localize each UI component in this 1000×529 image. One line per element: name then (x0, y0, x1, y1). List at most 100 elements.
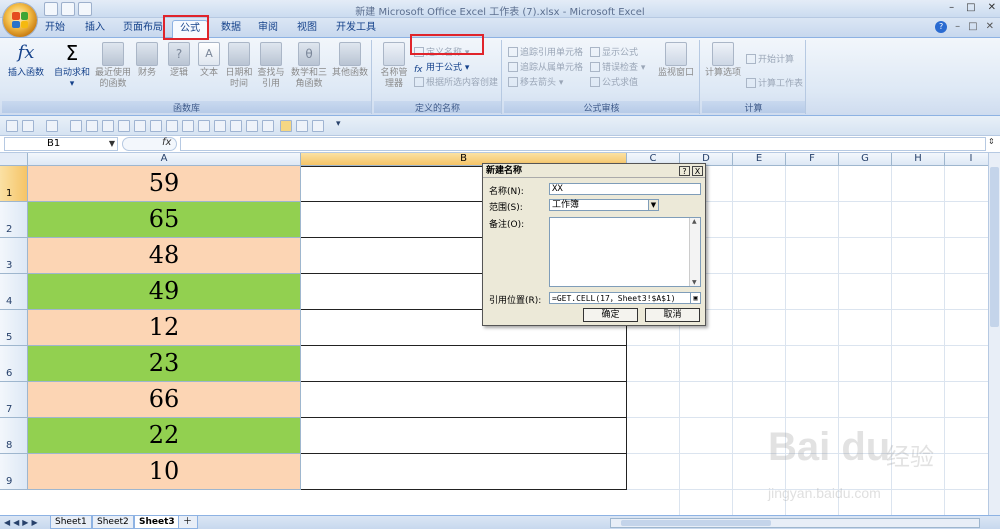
cell-b6[interactable] (301, 346, 627, 382)
name-manager-button[interactable]: 名称管理器 (378, 42, 410, 90)
text-button[interactable]: A 文本 (196, 42, 222, 79)
save-icon[interactable] (6, 120, 18, 132)
cell-b9[interactable] (301, 454, 627, 490)
tab-developer[interactable]: 开发工具 (330, 20, 382, 38)
tab-review[interactable]: 审阅 (251, 20, 285, 38)
expand-formula-icon[interactable]: ⇕ (988, 137, 998, 151)
row-header-2[interactable]: 2 (0, 202, 28, 238)
dialog-help-button[interactable]: ? (679, 166, 690, 176)
lookup-button[interactable]: 查找与引用 (256, 42, 286, 90)
calc-sheet-button[interactable]: 计算工作表 (746, 76, 803, 89)
print-icon[interactable] (102, 120, 114, 132)
trace-dependents-button[interactable]: 追踪从属单元格 (508, 60, 583, 73)
row-header-6[interactable]: 6 (0, 346, 28, 382)
horizontal-scrollbar[interactable] (610, 518, 980, 528)
ribbon-minimize-button[interactable]: – (955, 21, 960, 33)
border-icon[interactable] (296, 120, 308, 132)
open-icon[interactable] (86, 120, 98, 132)
other-functions-button[interactable]: 其他函数 (330, 42, 370, 79)
highlight-icon[interactable] (280, 120, 292, 132)
copy-icon[interactable] (134, 120, 146, 132)
column-header-e[interactable]: E (733, 153, 786, 166)
customize-icon[interactable]: ▾ (336, 119, 341, 129)
insert-function-button[interactable]: fx 插入函数 (6, 42, 46, 79)
tab-home[interactable]: 开始 (38, 20, 72, 38)
paste-icon[interactable] (150, 120, 162, 132)
math-button[interactable]: θ 数学和三角函数 (290, 42, 328, 90)
ribbon-restore-button[interactable]: □ (968, 21, 977, 33)
name-field[interactable]: XX (549, 183, 701, 195)
row-header-8[interactable]: 8 (0, 418, 28, 454)
cut-icon[interactable] (166, 120, 178, 132)
refers-to-field[interactable]: =GET.CELL(17，Sheet3!$A$1) ▣ (549, 292, 701, 304)
show-formulas-button[interactable]: 显示公式 (590, 45, 638, 58)
preview-icon[interactable] (118, 120, 130, 132)
sheet-tab-sheet3[interactable]: Sheet3 (134, 516, 180, 529)
evaluate-formula-button[interactable]: 公式求值 (590, 75, 638, 88)
sheet-tab-sheet1[interactable]: Sheet1 (50, 516, 92, 529)
insert-sheet-icon[interactable]: ＋ (178, 516, 198, 529)
trace-precedents-button[interactable]: 追踪引用单元格 (508, 45, 583, 58)
cell-b7[interactable] (301, 382, 627, 418)
vertical-scroll-thumb[interactable] (990, 167, 999, 327)
cancel-button[interactable]: 取消 (645, 308, 700, 322)
merge-icon[interactable] (246, 120, 258, 132)
scope-select[interactable]: 工作簿 ▼ (549, 199, 659, 211)
format-icon[interactable] (182, 120, 194, 132)
select-all-corner[interactable] (0, 153, 28, 166)
row-header-3[interactable]: 3 (0, 238, 28, 274)
dialog-close-button[interactable]: X (692, 166, 703, 176)
sheet-nav-arrows[interactable]: ◀◀▶▶ (4, 518, 41, 527)
close-button[interactable]: ✕ (988, 2, 996, 13)
column-header-a[interactable]: A (28, 153, 301, 166)
column-header-g[interactable]: G (839, 153, 892, 166)
vertical-scrollbar[interactable] (988, 153, 1000, 515)
more-icon[interactable] (312, 120, 324, 132)
formula-input[interactable] (180, 137, 986, 151)
cell-a4[interactable]: 49 (28, 274, 301, 310)
chevron-down-icon[interactable]: ▼ (648, 200, 658, 210)
row-header-5[interactable]: 5 (0, 310, 28, 346)
tab-view[interactable]: 视图 (290, 20, 324, 38)
cell-a6[interactable]: 23 (28, 346, 301, 382)
fx-icon[interactable]: fx (162, 137, 171, 148)
collapse-dialog-icon[interactable]: ▣ (690, 293, 700, 303)
office-button[interactable] (3, 3, 37, 37)
undo-icon[interactable] (22, 120, 34, 132)
redo-icon[interactable] (46, 120, 58, 132)
chevron-down-icon[interactable]: ▼ (109, 138, 115, 150)
error-checking-button[interactable]: 错误检查 ▾ (590, 60, 645, 73)
comment-scrollbar[interactable]: ▲ ▼ (689, 218, 700, 286)
recent-functions-button[interactable]: 最近使用的函数 (94, 42, 132, 90)
financial-button[interactable]: 财务 (134, 42, 160, 79)
cell-a9[interactable]: 10 (28, 454, 301, 490)
sheet-tab-sheet2[interactable]: Sheet2 (92, 516, 134, 529)
column-header-i[interactable]: I (945, 153, 992, 166)
maximize-button[interactable]: □ (966, 2, 975, 13)
help-icon[interactable]: ? (935, 21, 948, 33)
ok-button[interactable]: 确定 (583, 308, 638, 322)
sort-icon[interactable] (198, 120, 210, 132)
ribbon-close-button[interactable]: ✕ (986, 21, 994, 33)
autosum-button[interactable]: Σ 自动求和 ▾ (52, 42, 92, 90)
remove-arrows-button[interactable]: 移去箭头 ▾ (508, 75, 563, 88)
column-header-f[interactable]: F (786, 153, 839, 166)
chart-icon[interactable] (230, 120, 242, 132)
create-from-selection-button[interactable]: 根据所选内容创建 (414, 75, 498, 88)
row-header-1[interactable]: 1 (0, 166, 28, 202)
watch-window-button[interactable]: 监视窗口 (656, 42, 696, 79)
cell-a8[interactable]: 22 (28, 418, 301, 454)
cell-a3[interactable]: 48 (28, 238, 301, 274)
row-header-7[interactable]: 7 (0, 382, 28, 418)
sum-icon[interactable] (262, 120, 274, 132)
logical-button[interactable]: ? 逻辑 (166, 42, 192, 79)
scroll-down-icon[interactable]: ▼ (692, 279, 697, 286)
tab-insert[interactable]: 插入 (78, 20, 112, 38)
cell-b8[interactable] (301, 418, 627, 454)
column-header-h[interactable]: H (892, 153, 945, 166)
name-box[interactable]: B1 ▼ (4, 137, 118, 151)
filter-icon[interactable] (214, 120, 226, 132)
new-icon[interactable] (70, 120, 82, 132)
scroll-up-icon[interactable]: ▲ (692, 218, 697, 225)
row-header-9[interactable]: 9 (0, 454, 28, 490)
